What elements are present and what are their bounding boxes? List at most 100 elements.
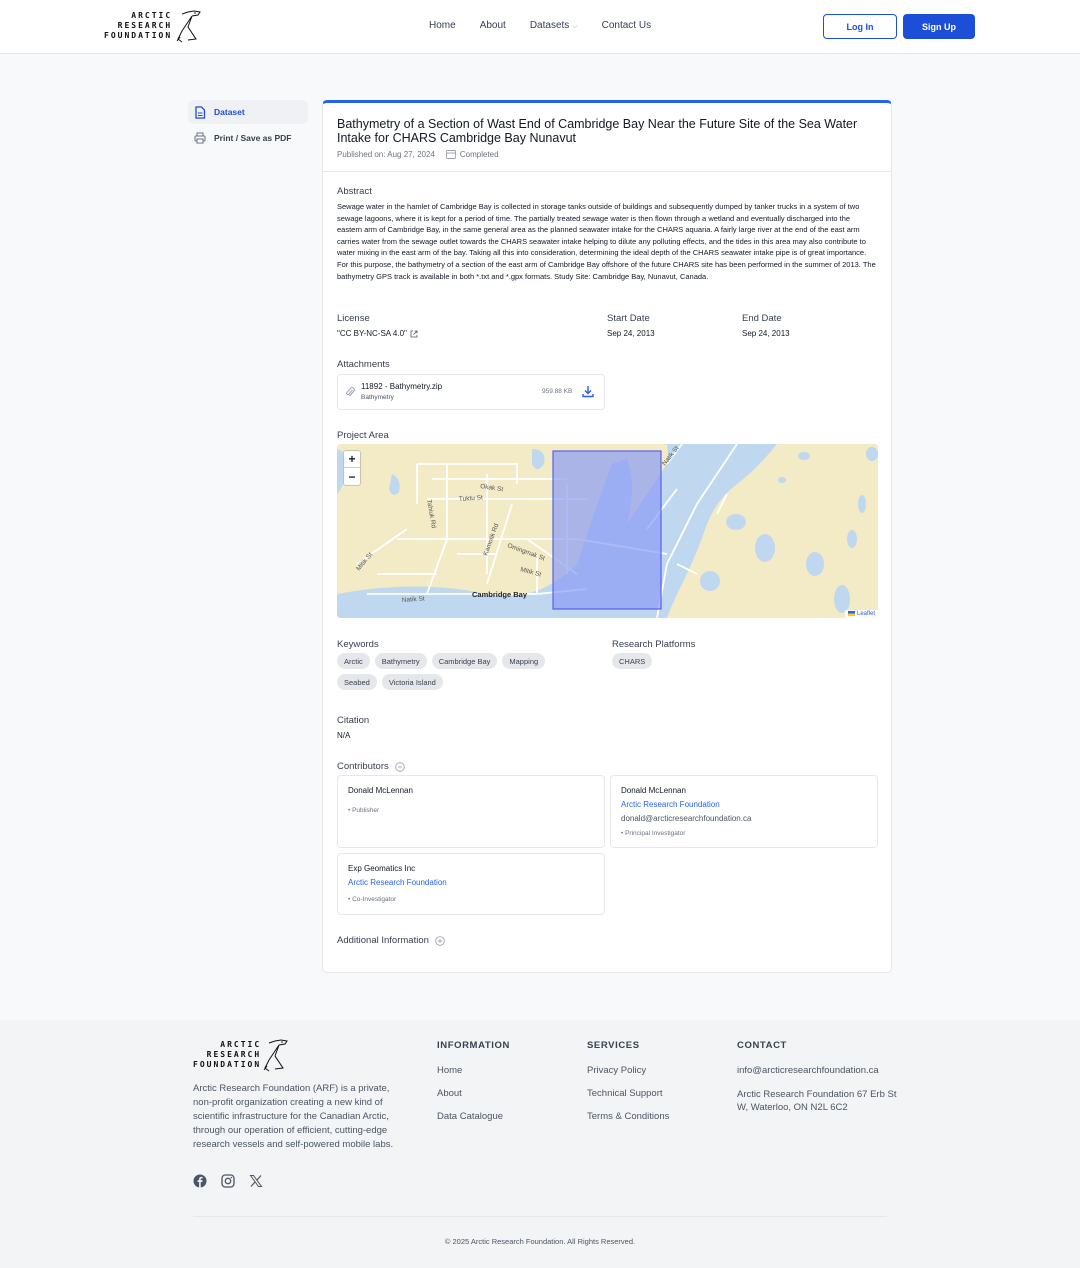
download-icon[interactable]: [582, 385, 594, 398]
footer-link-privacy[interactable]: Privacy Policy: [587, 1065, 669, 1076]
contributor-role: • Publisher: [348, 807, 380, 814]
x-icon[interactable]: [249, 1174, 263, 1188]
contributors-label: Contributors: [337, 761, 389, 772]
footer-logo[interactable]: ARCTIC RESEARCH FOUNDATION: [193, 1038, 291, 1072]
zoom-in-button[interactable]: +: [344, 451, 360, 468]
attachment-item[interactable]: 11892 - Bathymetry.zip Bathymetry 959.88…: [337, 374, 605, 410]
keyword-chip[interactable]: Arctic: [337, 653, 370, 669]
water-lake-13: [778, 477, 786, 483]
keywords-list: Arctic Bathymetry Cambridge Bay Mapping …: [337, 653, 587, 690]
map-attribution[interactable]: Leaflet: [844, 609, 878, 618]
sidebar-item-label: Dataset: [214, 107, 245, 117]
paperclip-icon: [346, 387, 355, 397]
footer-contact-email[interactable]: info@arcticresearchfoundation.ca: [737, 1065, 897, 1076]
brand-line-2: RESEARCH: [206, 1050, 262, 1059]
license-value: "CC BY-NC-SA 4.0": [337, 329, 407, 338]
published-date: Published on: Aug 27, 2024: [337, 149, 435, 159]
brand-logo[interactable]: ARCTIC RESEARCH FOUNDATION: [104, 9, 204, 43]
keyword-chip[interactable]: Cambridge Bay: [431, 653, 498, 669]
water-lake-6: [700, 571, 720, 591]
bounding-box: [552, 450, 662, 610]
water-lake-4: [726, 514, 746, 530]
contributor-card: Donald McLennan Arctic Research Foundati…: [610, 775, 878, 848]
sidebar: Dataset Print / Save as PDF: [188, 100, 308, 152]
abstract-label: Abstract: [337, 186, 372, 197]
footer-link-data-catalogue[interactable]: Data Catalogue: [437, 1111, 510, 1122]
contributor-org-link[interactable]: Arctic Research Foundation: [348, 878, 447, 887]
signup-button[interactable]: Sign Up: [903, 14, 975, 39]
facebook-icon[interactable]: [193, 1174, 207, 1188]
instagram-icon[interactable]: [221, 1174, 235, 1188]
nav-datasets-label: Datasets: [529, 20, 570, 31]
additional-info-toggle[interactable]: Additional Information: [337, 935, 445, 946]
printer-icon: [194, 132, 206, 144]
attachment-size: 959.88 KB: [542, 388, 573, 395]
water-lake-10: [834, 585, 850, 613]
keyword-chip[interactable]: Victoria Island: [381, 674, 443, 690]
status-badge: Completed: [459, 149, 499, 159]
contributor-role: • Co-Investigator: [348, 896, 397, 903]
start-date-value: Sep 24, 2013: [607, 329, 655, 338]
attachments-label: Attachments: [337, 359, 390, 370]
footer-heading: CONTACT: [737, 1040, 787, 1051]
dataset-card: Bathymetry of a Section of Wast End of C…: [322, 100, 892, 973]
keywords-label: Keywords: [337, 639, 379, 650]
login-button[interactable]: Log In: [823, 14, 897, 39]
water-lake-5: [755, 534, 775, 562]
sidebar-item-label: Print / Save as PDF: [214, 133, 292, 143]
footer-link-support[interactable]: Technical Support: [587, 1088, 669, 1099]
additional-info-label: Additional Information: [337, 935, 429, 946]
footer-link-terms[interactable]: Terms & Conditions: [587, 1111, 669, 1122]
divider: [323, 171, 891, 172]
license-link[interactable]: "CC BY-NC-SA 4.0": [337, 329, 418, 338]
footer-link-about[interactable]: About: [437, 1088, 510, 1099]
contributor-name: Exp Geomatics Inc: [348, 864, 416, 873]
collapse-circle-icon: [394, 761, 405, 772]
calendar-icon: [445, 150, 456, 159]
contributor-role: • Principal Investigator: [621, 830, 686, 837]
sidebar-item-print[interactable]: Print / Save as PDF: [188, 126, 308, 150]
chevron-down-icon: ⌵: [572, 23, 578, 30]
footer-divider: [193, 1216, 887, 1217]
external-link-icon: [410, 330, 418, 337]
citation-value: N/A: [337, 731, 351, 740]
zoom-control: + −: [343, 450, 361, 486]
sidebar-item-dataset[interactable]: Dataset: [188, 100, 308, 124]
attachment-type: Bathymetry: [361, 394, 394, 401]
water-lake-9: [858, 495, 866, 513]
start-date-label: Start Date: [607, 313, 650, 324]
keyword-chip[interactable]: Bathymetry: [374, 653, 427, 669]
contributor-org-link[interactable]: Arctic Research Foundation: [621, 800, 720, 809]
polar-bear-icon: [263, 1039, 289, 1072]
project-area-map[interactable]: Okak St Tuktu St Tahiuk Rd Kamotik Rd Om…: [337, 444, 878, 618]
platform-chip[interactable]: CHARS: [612, 653, 653, 669]
footer-link-home[interactable]: Home: [437, 1065, 510, 1076]
contributors-toggle[interactable]: Contributors: [337, 761, 405, 772]
brand-line-1: ARCTIC: [220, 1040, 262, 1049]
keyword-chip[interactable]: Mapping: [502, 653, 546, 669]
expand-circle-icon: [435, 935, 445, 946]
main-nav: Home About Datasets ⌵ Contact Us: [429, 20, 651, 31]
nav-about[interactable]: About: [480, 20, 506, 31]
water-lake-7: [806, 552, 824, 576]
footer-heading: INFORMATION: [437, 1040, 510, 1051]
attribution-link[interactable]: Leaflet: [857, 611, 875, 617]
zoom-out-button[interactable]: −: [344, 468, 360, 485]
brand-line-2: RESEARCH: [117, 21, 173, 30]
social-links: [193, 1174, 263, 1188]
brand-line-3: FOUNDATION: [193, 1060, 262, 1069]
nav-datasets[interactable]: Datasets ⌵: [530, 20, 578, 31]
water-lake-11: [798, 452, 810, 460]
nav-contact[interactable]: Contact Us: [602, 20, 651, 31]
copyright: © 2025 Arctic Research Foundation. All R…: [444, 1237, 636, 1246]
brand-line-1: ARCTIC: [131, 11, 173, 20]
keyword-chip[interactable]: Seabed: [337, 674, 377, 690]
dataset-meta: Published on: Aug 27, 2024 Completed: [337, 149, 499, 159]
footer-address: Arctic Research Foundation 67 Erb St W, …: [737, 1089, 897, 1113]
contributor-email[interactable]: donald@arcticresearchfoundation.ca: [621, 814, 751, 823]
brand-wordmark: ARCTIC RESEARCH FOUNDATION: [193, 1040, 261, 1070]
end-date-value: Sep 24, 2013: [742, 329, 790, 338]
nav-home[interactable]: Home: [429, 20, 456, 31]
brand-wordmark: ARCTIC RESEARCH FOUNDATION: [104, 11, 172, 41]
contributor-name: Donald McLennan: [348, 786, 413, 795]
